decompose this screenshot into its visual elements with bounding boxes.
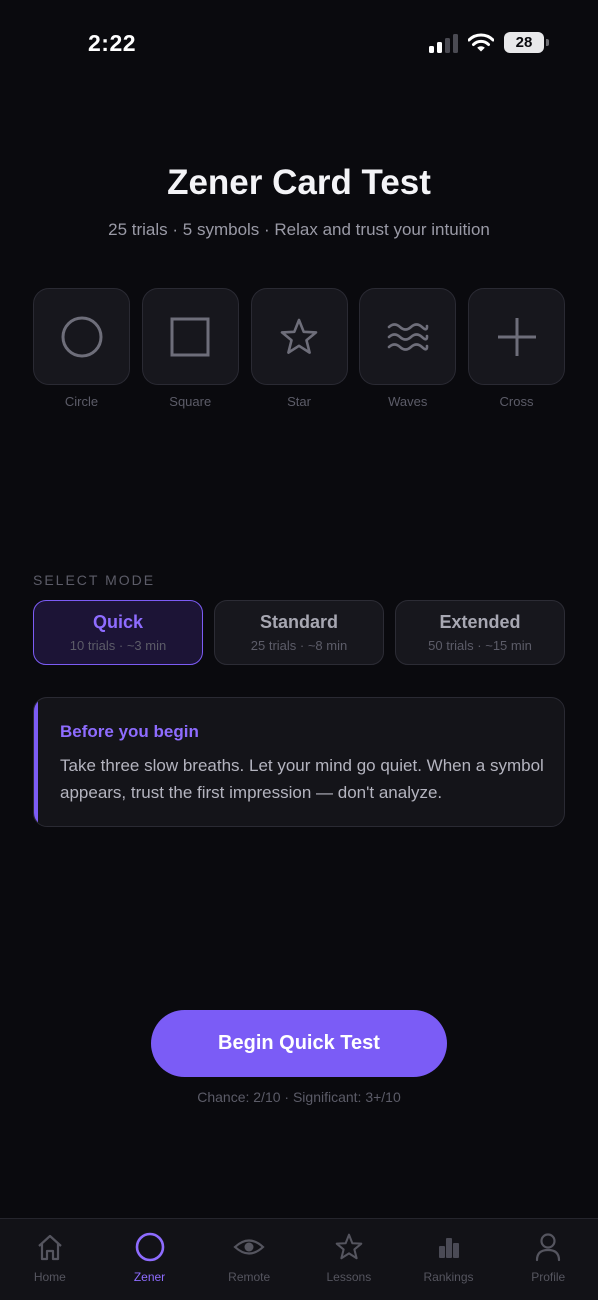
- mode-extended-button[interactable]: Extended 50 trials · ~15 min: [395, 600, 565, 665]
- symbol-card: [468, 288, 565, 385]
- tab-rankings[interactable]: Rankings: [399, 1219, 499, 1300]
- tab-label: Zener: [133, 1270, 166, 1284]
- battery-level: 28: [515, 34, 533, 51]
- home-icon: [38, 1234, 62, 1261]
- symbol-card: [359, 288, 457, 385]
- symbol-waves: Waves: [359, 288, 457, 409]
- battery-icon: 28: [504, 32, 549, 53]
- info-body: Take three slow breaths. Let your mind g…: [60, 756, 544, 802]
- eye-icon: [233, 1239, 265, 1255]
- waves-icon: [387, 322, 429, 351]
- mode-detail: 50 trials · ~15 min: [428, 638, 532, 653]
- symbol-star: Star: [250, 288, 348, 409]
- mode-name: Quick: [92, 612, 144, 632]
- tab-remote[interactable]: Remote: [199, 1219, 299, 1300]
- page-subtitle: 25 trials · 5 symbols · Relax and trust …: [108, 220, 490, 239]
- symbol-square: Square: [141, 288, 239, 409]
- mode-standard-button[interactable]: Standard 25 trials · ~8 min: [214, 600, 384, 665]
- tab-label: Rankings: [423, 1270, 474, 1284]
- mode-detail: 10 trials · ~3 min: [69, 638, 167, 653]
- mode-selector: Quick 10 trials · ~3 min Standard 25 tri…: [33, 600, 565, 665]
- user-icon: [536, 1233, 561, 1262]
- tab-label: Profile: [531, 1270, 566, 1284]
- symbol-label: Waves: [388, 394, 428, 409]
- symbol-label: Star: [287, 394, 311, 409]
- odds-text: Chance: 2/10 · Significant: 3+/10: [197, 1089, 401, 1105]
- mode-detail: 25 trials · ~8 min: [250, 638, 348, 653]
- symbol-cross: Cross: [468, 288, 565, 409]
- symbol-circle: Circle: [33, 288, 130, 409]
- before-you-begin-card: Before you begin Take three slow breaths…: [33, 697, 565, 827]
- circle-icon: [135, 1232, 164, 1262]
- tab-label: Remote: [228, 1270, 271, 1284]
- begin-test-button[interactable]: Begin Quick Test: [151, 1010, 447, 1077]
- bar-chart-icon: [438, 1238, 459, 1258]
- tab-label: Home: [33, 1270, 66, 1284]
- tab-profile[interactable]: Profile: [498, 1219, 598, 1300]
- tab-zener[interactable]: Zener: [100, 1219, 200, 1300]
- page-title: Zener Card Test: [167, 163, 431, 202]
- tab-label: Lessons: [326, 1270, 372, 1284]
- symbol-label: Circle: [64, 394, 99, 409]
- symbol-card: [33, 288, 130, 385]
- status-time: 2:22: [88, 30, 137, 56]
- mode-heading: SELECT MODE: [33, 572, 156, 588]
- square-icon: [170, 317, 210, 356]
- star-icon: [280, 318, 318, 354]
- wifi-icon: [468, 33, 494, 51]
- symbol-card: [141, 288, 239, 385]
- cross-icon: [497, 317, 536, 356]
- symbol-label: Cross: [499, 394, 534, 409]
- tab-home[interactable]: Home: [0, 1219, 100, 1300]
- tab-bar: Home Zener Remote Lessons Rankings Profi…: [0, 1218, 598, 1300]
- symbol-label: Square: [169, 394, 212, 409]
- info-title: Before you begin: [60, 722, 199, 741]
- card-accent-bar: [34, 698, 38, 826]
- symbol-list: Circle Square Star Waves Cross: [33, 288, 565, 409]
- star-icon: [335, 1233, 363, 1260]
- tab-lessons[interactable]: Lessons: [299, 1219, 399, 1300]
- cellular-signal-icon: [429, 33, 458, 53]
- status-bar: 2:22 28: [0, 0, 598, 90]
- status-indicators: 28: [429, 32, 549, 53]
- mode-name: Extended: [439, 612, 521, 632]
- mode-quick-button[interactable]: Quick 10 trials · ~3 min: [33, 600, 203, 665]
- circle-icon: [61, 316, 102, 357]
- mode-name: Standard: [259, 612, 338, 632]
- symbol-card: [250, 288, 348, 385]
